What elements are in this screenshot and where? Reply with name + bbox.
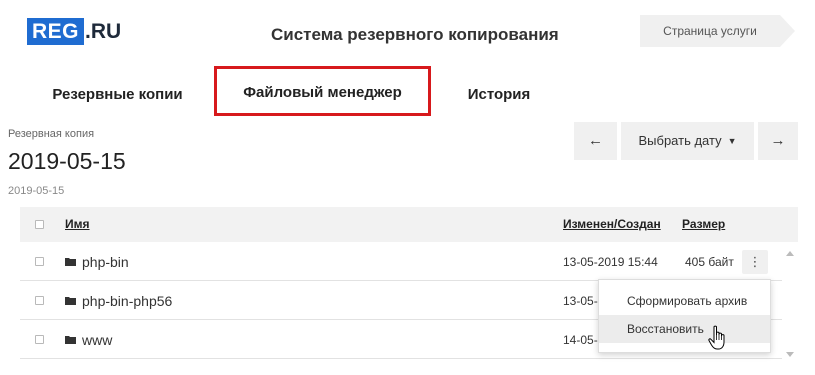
row-context-menu: Сформировать архив Восстановить [598,279,771,353]
backup-subdate: 2019-05-15 [8,185,65,197]
next-date-button[interactable]: → [758,122,798,160]
previous-date-button[interactable]: ← [574,122,617,160]
table-row[interactable]: php-bin 13-05-2019 15:44 405 байт ⋮ [20,243,782,281]
arrow-left-icon: ← [588,132,603,149]
select-date-button[interactable]: Выбрать дату ▼ [621,122,754,160]
caret-down-icon: ▼ [727,136,737,146]
row-size: 405 байт [685,255,734,269]
scroll-down-icon[interactable] [786,352,794,357]
hand-cursor-icon [708,325,725,350]
column-modified-header[interactable]: Изменен/Создан [563,207,661,242]
select-date-label: Выбрать дату [638,133,722,148]
row-checkbox[interactable] [35,296,44,305]
page-title: Система резервного копирования [271,25,559,44]
logo-text: .RU [85,19,122,43]
service-button-label: Страница услуги [663,24,757,38]
row-checkbox[interactable] [35,257,44,266]
tab-history[interactable]: История [444,80,554,110]
menu-item-restore[interactable]: Восстановить [599,315,770,343]
backup-label: Резервная копия [8,128,95,140]
column-size-header[interactable]: Размер [682,207,725,242]
backup-date: 2019-05-15 [8,148,126,174]
logo-mark: REG [27,18,85,45]
reg-ru-logo[interactable]: REG .RU [27,18,121,45]
row-name[interactable]: php-bin-php56 [82,282,172,320]
row-modified: 13-05- [563,294,598,308]
folder-icon [65,336,76,344]
tab-file-manager[interactable]: Файловый менеджер [214,66,431,116]
row-modified: 14-05- [563,333,598,347]
tab-backups[interactable]: Резервные копии [30,80,205,110]
row-name[interactable]: php-bin [82,243,129,281]
service-page-button[interactable]: Страница услуги [640,15,795,47]
folder-icon [65,258,76,266]
row-checkbox[interactable] [35,335,44,344]
menu-item-make-archive[interactable]: Сформировать архив [599,286,770,316]
table-header: Имя Изменен/Создан Размер [20,207,798,242]
column-name-header[interactable]: Имя [65,207,90,242]
select-all-checkbox[interactable] [35,220,44,229]
scroll-up-icon[interactable] [786,251,794,256]
row-name[interactable]: www [82,321,112,359]
row-modified: 13-05-2019 15:44 [563,255,658,269]
folder-icon [65,297,76,305]
row-actions-icon[interactable]: ⋮ [742,250,768,274]
arrow-right-icon: → [770,132,786,149]
